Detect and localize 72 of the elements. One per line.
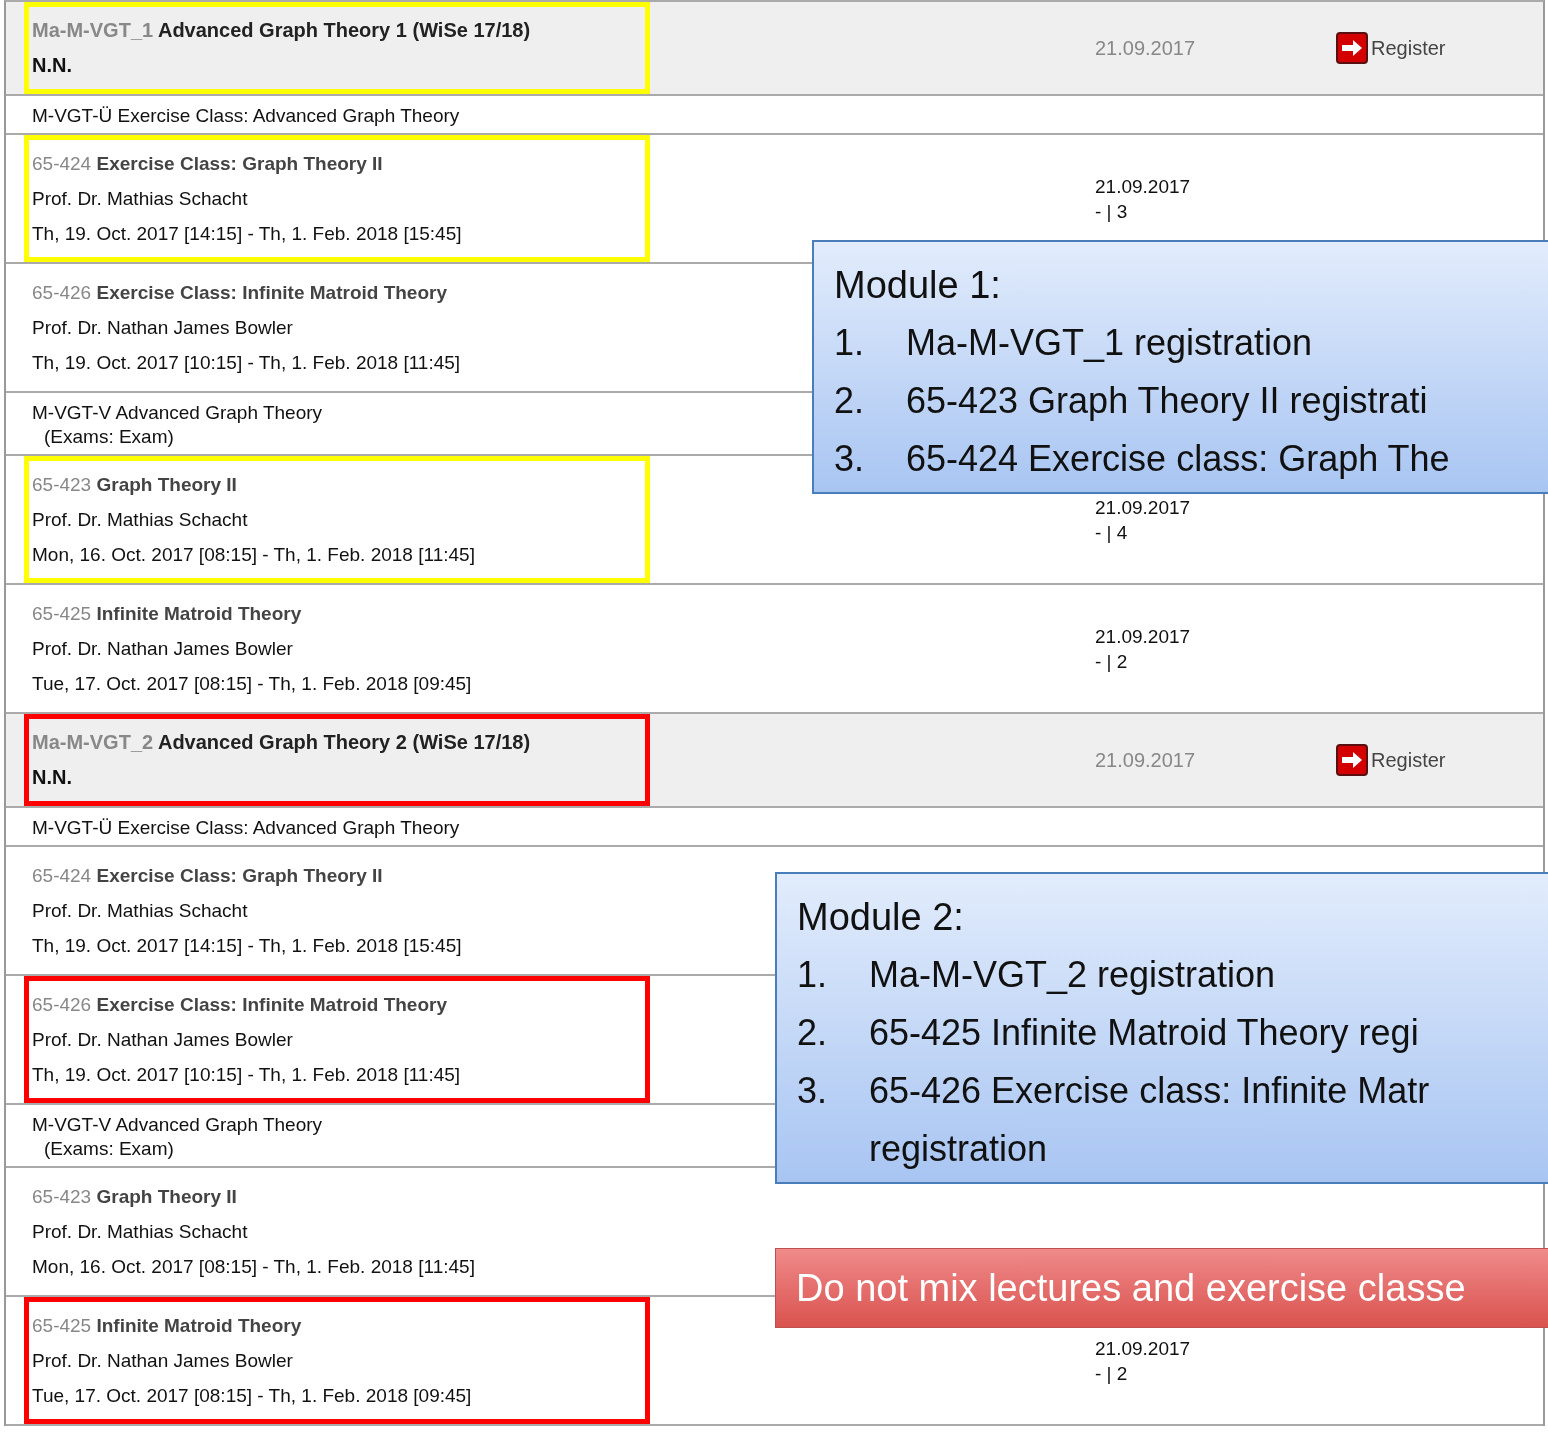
section-label: M-VGT-V Advanced Graph Theory [32,1114,323,1135]
course-title: Exercise Class: Graph Theory II [96,153,383,174]
course-title: Exercise Class: Infinite Matroid Theory [96,994,447,1015]
lecturer-name: Prof. Dr. Mathias Schacht [32,188,248,209]
course-code: 65-424 [32,153,92,174]
section-label: M-VGT-Ü Exercise Class: Advanced Graph Theory [32,105,460,126]
warning-banner: Do not mix lectures and exercise classe [775,1248,1548,1328]
date-text: 21.09.2017 [1095,35,1197,61]
count-text: - | 2 [1095,1361,1129,1386]
course-title: Exercise Class: Infinite Matroid Theory [96,282,447,303]
course-code: 65-425 [32,603,92,624]
lecturer-name: Prof. Dr. Nathan James Bowler [32,1029,293,1050]
schedule-text: Th, 19. Oct. 2017 [10:15] - Th, 1. Feb. 2018 [11:45] [32,352,461,373]
callout-text: 65-424 Exercise class: Graph The [906,437,1450,481]
count-text: - | 2 [1095,649,1129,674]
course-title: Advanced Graph Theory 1 (WiSe 17/18) [157,19,531,41]
lecturer-name: Prof. Dr. Nathan James Bowler [32,638,293,659]
list-number: 1. [797,953,829,997]
date-text: 21.09.2017 [1095,174,1192,199]
schedule-text: Tue, 17. Oct. 2017 [08:15] - Th, 1. Feb. 2018 [09:45] [32,673,472,694]
course-code: Ma-M-VGT_1 [32,19,154,41]
list-number: 1. [834,321,866,365]
list-number: 2. [797,1011,829,1055]
callout-text: 65-423 Graph Theory II registrati [906,379,1428,423]
list-number: 3. [834,437,866,481]
date-text: 21.09.2017 [1095,747,1197,773]
date-text: 21.09.2017 [1095,1336,1192,1361]
lecturer-name: Prof. Dr. Nathan James Bowler [32,1350,293,1371]
course-title: Advanced Graph Theory 2 (WiSe 17/18) [157,731,531,753]
course-code: 65-425 [32,1315,92,1336]
lecturer-name: Prof. Dr. Mathias Schacht [32,1221,248,1242]
course-code: 65-423 [32,1186,92,1207]
section-label: M-VGT-Ü Exercise Class: Advanced Graph Theory [32,817,460,838]
course-title: Graph Theory II [96,474,237,495]
list-number: 2. [834,379,866,423]
schedule-text: Mon, 16. Oct. 2017 [08:15] - Th, 1. Feb. 2018 [11:45] [32,1256,475,1277]
register-link[interactable]: Register [1336,32,1446,64]
course-title: Exercise Class: Graph Theory II [96,865,383,886]
list-number: 3. [797,1069,829,1113]
callout-text: registration [869,1127,1049,1171]
schedule-text: Mon, 16. Oct. 2017 [08:15] - Th, 1. Feb. 2018 [11:45] [32,544,475,565]
date-text: 21.09.2017 [1095,624,1192,649]
course-code: 65-426 [32,282,92,303]
course-title: Infinite Matroid Theory [96,1315,302,1336]
course-code: 65-426 [32,994,92,1015]
register-link[interactable]: Register [1336,744,1446,776]
lecturer-name: Prof. Dr. Mathias Schacht [32,509,248,530]
course-code: 65-423 [32,474,92,495]
lecturer-name: N.N. [32,54,72,76]
lecturer-name: N.N. [32,766,72,788]
course-title: Infinite Matroid Theory [96,603,302,624]
section-label: M-VGT-V Advanced Graph Theory [32,402,323,423]
schedule-text: Tue, 17. Oct. 2017 [08:15] - Th, 1. Feb. 2018 [09:45] [32,1385,472,1406]
count-text: - | 4 [1095,520,1129,545]
section-note: (Exams: Exam) [44,1138,174,1159]
count-text: - | 3 [1095,199,1129,224]
schedule-text: Th, 19. Oct. 2017 [10:15] - Th, 1. Feb. 2018 [11:45] [32,1064,461,1085]
course-code: Ma-M-VGT_2 [32,731,154,753]
callout-text: 65-426 Exercise class: Infinite Matr [869,1069,1430,1113]
callout-text: 65-425 Infinite Matroid Theory regi [869,1011,1419,1055]
callout-title: Module 2: [797,895,965,940]
callout-text: Ma-M-VGT_1 registration [906,321,1313,365]
schedule-text: Th, 19. Oct. 2017 [14:15] - Th, 1. Feb. 2018 [15:45] [32,935,462,956]
callout-title: Module 1: [834,263,1002,308]
callout-text: Ma-M-VGT_2 registration [869,953,1276,997]
schedule-text: Th, 19. Oct. 2017 [14:15] - Th, 1. Feb. 2018 [15:45] [32,223,462,244]
date-text: 21.09.2017 [1095,495,1192,520]
lecturer-name: Prof. Dr. Mathias Schacht [32,900,248,921]
course-code: 65-424 [32,865,92,886]
section-note: (Exams: Exam) [44,426,174,447]
course-title: Graph Theory II [96,1186,237,1207]
lecturer-name: Prof. Dr. Nathan James Bowler [32,317,293,338]
